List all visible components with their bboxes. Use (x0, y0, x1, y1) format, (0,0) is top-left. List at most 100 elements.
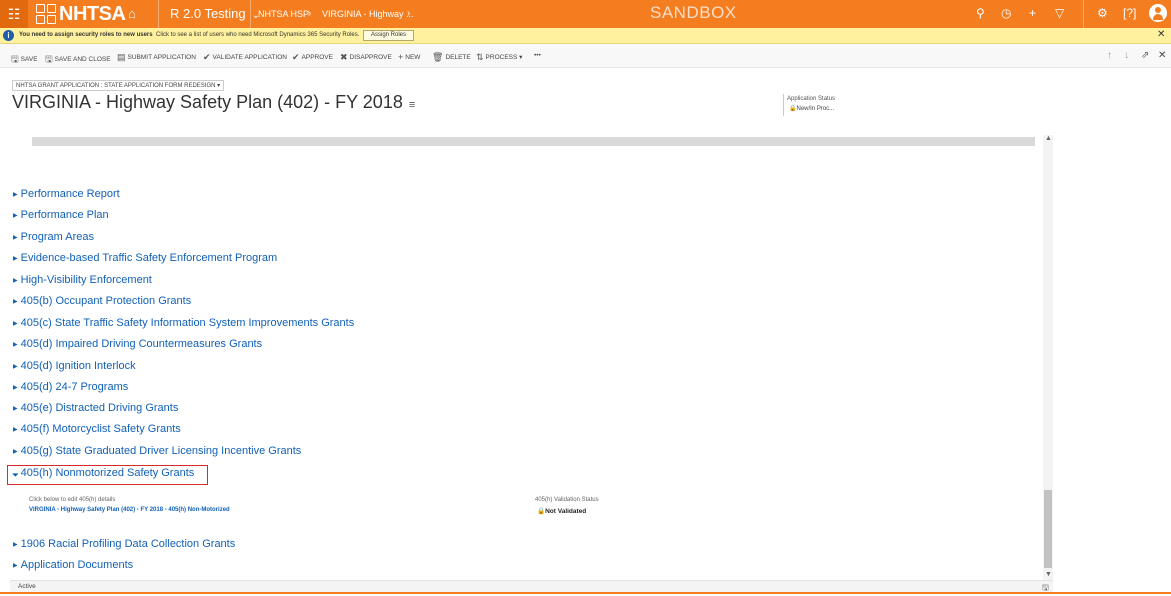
save-and-close-button[interactable]: 🖫 SAVE AND CLOSE (45, 52, 111, 68)
plus-icon[interactable]: + (1029, 6, 1036, 20)
section-label: Program Areas (20, 231, 94, 243)
submit-application-button[interactable]: ▤ SUBMIT APPLICATION (117, 52, 196, 63)
form-selector-label: NHTSA GRANT APPLICATION : STATE APPLICAT… (16, 83, 216, 89)
chevron-down-icon: ▾ (217, 83, 221, 89)
app-launcher-icon[interactable]: ☷ (0, 0, 28, 28)
previous-record-icon[interactable]: ↑ (1107, 50, 1112, 61)
divider (1083, 0, 1084, 28)
top-navigation-bar: ☷ NHTSA ⌂ R 2.0 Testing ⌄ NHTSA HSP › VIR… (0, 0, 1171, 28)
more-commands-button[interactable]: ••• (534, 52, 541, 59)
section-label: High-Visibility Enforcement (20, 274, 152, 286)
validate-application-button[interactable]: ✔ VALIDATE APPLICATION (203, 52, 287, 63)
checkmark-circle-icon: ✔ (292, 52, 300, 62)
section-program-areas[interactable]: ▶ Program Areas (13, 231, 94, 243)
section-405d-ignition[interactable]: ▶ 405(d) Ignition Interlock (13, 360, 136, 372)
validate-icon: ✔ (203, 52, 211, 62)
validation-text: Not Validated (545, 508, 587, 515)
breadcrumb-record[interactable]: VIRGINIA - Highway ... (322, 9, 414, 19)
approve-label: APPROVE (301, 54, 333, 61)
section-evidence-based-enforcement[interactable]: ▶ Evidence-based Traffic Safety Enforceme… (13, 252, 277, 264)
next-record-icon[interactable]: ↓ (1124, 50, 1129, 61)
section-label: Application Documents (20, 559, 134, 571)
delete-button[interactable]: 🗑 DELETE (432, 52, 471, 63)
section-label: 405(b) Occupant Protection Grants (20, 295, 192, 307)
section-label: 405(e) Distracted Driving Grants (20, 402, 179, 414)
section-405h[interactable]: ◢ 405(h) Nonmotorized Safety Grants (11, 467, 194, 479)
section-label: 405(d) 24-7 Programs (20, 381, 129, 393)
form-selector[interactable]: NHTSA GRANT APPLICATION : STATE APPLICAT… (12, 80, 225, 91)
record-state: Active (18, 583, 36, 590)
scroll-up-icon[interactable]: ▲ (1045, 135, 1052, 142)
disapprove-label: DISAPPROVE (349, 54, 392, 61)
section-405d-24-7[interactable]: ▶ 405(d) 24-7 Programs (13, 381, 128, 393)
x-icon: ✖ (340, 52, 348, 62)
process-icon: ⇅ (476, 52, 484, 62)
section-label: Performance Plan (20, 209, 109, 221)
validation-status-label: 405(h) Validation Status (535, 497, 599, 503)
assign-roles-button[interactable]: Assign Roles (363, 30, 415, 41)
section-405d-impaired[interactable]: ▶ 405(d) Impaired Driving Countermeasures… (13, 338, 262, 350)
home-icon[interactable]: ⌂ (128, 6, 136, 21)
vertical-scrollbar[interactable]: ▲ ▼ (1043, 135, 1053, 580)
save-button[interactable]: 🖫 SAVE (11, 52, 38, 68)
section-label: 405(g) State Graduated Driver Licensing … (20, 445, 302, 457)
plus-icon: + (398, 52, 404, 62)
section-application-documents[interactable]: ▶ Application Documents (13, 559, 133, 571)
process-label: PROCESS (485, 54, 518, 61)
close-icon[interactable]: ✕ (1157, 29, 1165, 40)
section-405e[interactable]: ▶ 405(e) Distracted Driving Grants (13, 402, 178, 414)
trash-icon: 🗑 (432, 52, 444, 62)
expand-arrow-icon: ▶ (13, 385, 18, 391)
validate-label: VALIDATE APPLICATION (212, 54, 287, 61)
chevron-right-icon: › (308, 8, 312, 19)
close-record-icon[interactable]: ✕ (1158, 50, 1166, 61)
list-menu-icon[interactable]: ≡ (409, 99, 415, 111)
expand-arrow-icon: ▶ (13, 364, 18, 370)
filter-icon[interactable]: ▽ (1055, 6, 1064, 20)
new-button[interactable]: + NEW (398, 52, 420, 62)
chevron-right-icon: › (407, 8, 411, 19)
approve-button[interactable]: ✔ APPROVE (292, 52, 333, 63)
expand-arrow-icon: ▶ (13, 427, 18, 433)
collapse-arrow-icon: ◢ (11, 470, 19, 478)
application-status-value: 🔒New/In Proc... (789, 105, 834, 112)
expand-arrow-icon: ▶ (13, 256, 18, 262)
user-avatar-icon[interactable] (1149, 4, 1167, 22)
section-405g[interactable]: ▶ 405(g) State Graduated Driver Licensing… (13, 445, 301, 457)
expand-arrow-icon: ▶ (13, 235, 18, 241)
scroll-down-icon[interactable]: ▼ (1045, 571, 1052, 578)
command-bar: 🖫 SAVE 🖫 SAVE AND CLOSE ▤ SUBMIT APPLICATIO… (0, 44, 1171, 68)
expand-arrow-icon: ▶ (13, 299, 18, 305)
expand-arrow-icon: ▶ (13, 406, 18, 412)
edit-details-link[interactable]: VIRGINIA - Highway Safety Plan (402) - F… (29, 507, 230, 513)
divider (250, 0, 251, 28)
section-405f[interactable]: ▶ 405(f) Motorcyclist Safety Grants (13, 423, 181, 435)
notification-message[interactable]: Click to see a list of users who need Mi… (156, 32, 359, 38)
popout-icon[interactable]: ⇗ (1141, 50, 1149, 61)
section-label: 1906 Racial Profiling Data Collection Gr… (20, 538, 236, 550)
section-405c[interactable]: ▶ 405(c) State Traffic Safety Information… (13, 317, 354, 329)
section-405b[interactable]: ▶ 405(b) Occupant Protection Grants (13, 295, 191, 307)
disapprove-button[interactable]: ✖ DISAPPROVE (340, 52, 392, 63)
settings-icon[interactable]: ⚙ (1097, 6, 1108, 20)
scrollbar-thumb[interactable] (1044, 490, 1052, 568)
expand-arrow-icon: ▶ (13, 563, 18, 569)
page-title: VIRGINIA - Highway Safety Plan (402) - F… (12, 92, 415, 113)
logo-text: NHTSA (59, 2, 126, 25)
environment-label: SANDBOX (650, 3, 737, 22)
section-1906-racial-profiling[interactable]: ▶ 1906 Racial Profiling Data Collection G… (13, 538, 235, 550)
app-name: R 2.0 Testing (170, 6, 246, 21)
search-icon[interactable]: ⚲ (976, 6, 985, 20)
section-performance-plan[interactable]: ▶ Performance Plan (13, 209, 109, 221)
expand-arrow-icon: ▶ (13, 542, 18, 548)
section-label: 405(d) Ignition Interlock (20, 360, 136, 372)
section-performance-report[interactable]: ▶ Performance Report (13, 188, 120, 200)
process-button[interactable]: ⇅ PROCESS ▾ (476, 52, 522, 63)
help-icon[interactable]: [?] (1123, 6, 1136, 20)
app-switcher[interactable]: R 2.0 Testing ⌄ (170, 6, 260, 21)
history-icon[interactable]: ◷ (1001, 6, 1011, 20)
submit-label: SUBMIT APPLICATION (127, 54, 196, 61)
nhtsa-logo[interactable]: NHTSA (36, 2, 126, 25)
breadcrumb-nhtsa-hsp[interactable]: NHTSA HSP (258, 9, 309, 19)
section-high-visibility-enforcement[interactable]: ▶ High-Visibility Enforcement (13, 274, 152, 286)
